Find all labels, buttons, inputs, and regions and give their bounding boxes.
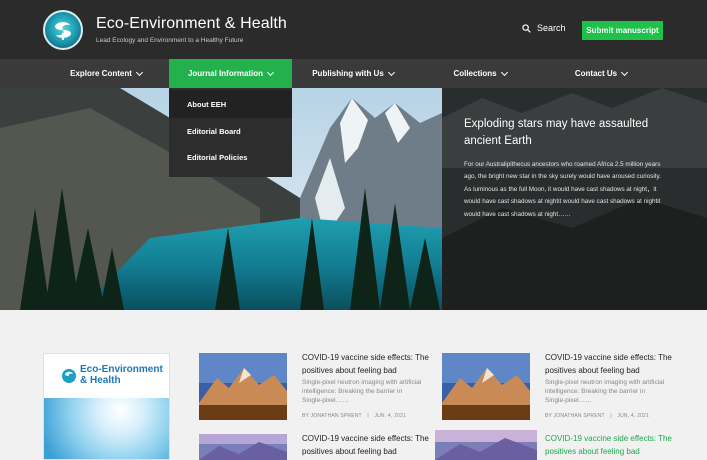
logo-mark-icon — [55, 22, 71, 40]
article-title-hover[interactable]: COVID-19 vaccine side effects: The posit… — [545, 433, 675, 458]
cover-title-line2: & Health — [80, 375, 121, 386]
dropdown-item-editorial-board[interactable]: Editorial Board — [169, 117, 292, 145]
journal-cover[interactable]: Eco-Environment & Health — [43, 353, 170, 460]
nav-label: Contact Us — [574, 69, 618, 78]
article-description: Single-pixel neutron imaging with artifi… — [302, 379, 422, 404]
article-title[interactable]: COVID-19 vaccine side effects: The posit… — [302, 433, 432, 458]
hero-title[interactable]: Exploding stars may have assaulted ancie… — [464, 116, 684, 150]
chevron-down-icon — [135, 68, 143, 76]
article-meta: BY JONATHAN SPRENT | JUN, 4, 2021 — [302, 413, 407, 419]
nav-publishing-with-us[interactable]: Publishing with Us — [303, 59, 403, 88]
site-tagline: Lead Ecology and Environment to a Health… — [96, 37, 244, 44]
chevron-down-icon — [267, 68, 275, 76]
article-thumbnail[interactable] — [442, 353, 530, 420]
article-thumbnail[interactable] — [199, 353, 287, 420]
cover-image — [44, 398, 169, 459]
article-thumbnail[interactable] — [435, 430, 537, 460]
search-icon — [522, 23, 531, 33]
nav-label: Journal Information — [187, 69, 264, 78]
submit-manuscript-button[interactable]: Submit manuscript — [582, 21, 663, 40]
dropdown-item-editorial-policies[interactable]: Editorial Policies — [169, 143, 292, 171]
article-author: BY JONATHAN SPRENT — [545, 413, 605, 419]
nav-label: Publishing with Us — [312, 69, 384, 78]
article-description: Single-pixel neutron imaging with artifi… — [545, 379, 665, 404]
dropdown-item-about-eeh[interactable]: About EEH — [169, 90, 292, 118]
chevron-down-icon — [387, 68, 395, 76]
nav-label: Collections — [453, 69, 497, 78]
nav-label: Explore Content — [70, 69, 132, 78]
cover-title-line1: Eco-Environment — [80, 364, 163, 375]
article-thumbnail[interactable] — [199, 434, 287, 460]
article-title[interactable]: COVID-19 vaccine side effects: The posit… — [302, 352, 432, 377]
nav-journal-information[interactable]: Journal Information — [169, 59, 292, 88]
article-meta: BY JONATHAN SPRENT | JUN, 4, 2021 — [545, 413, 650, 419]
chevron-down-icon — [621, 68, 629, 76]
nav-explore-content[interactable]: Explore Content — [56, 59, 156, 88]
journal-logo[interactable] — [43, 10, 83, 50]
chevron-down-icon — [500, 68, 508, 76]
search-label: Search — [537, 23, 566, 33]
main-nav: Explore Content Journal Information Publ… — [0, 59, 707, 88]
cover-header: Eco-Environment & Health — [44, 354, 169, 398]
search-button[interactable]: Search — [522, 23, 566, 33]
article-date: JUN, 4, 2021 — [617, 413, 650, 419]
cover-logo-icon — [62, 369, 76, 383]
article-title[interactable]: COVID-19 vaccine side effects: The posit… — [545, 352, 675, 377]
article-author: BY JONATHAN SPRENT — [302, 413, 362, 419]
nav-contact-us[interactable]: Contact Us — [566, 59, 636, 88]
hero-text: For our Australipithecus ancestors who r… — [464, 161, 661, 218]
site-title[interactable]: Eco-Environment & Health — [96, 15, 287, 33]
article-date: JUN, 4, 2021 — [374, 413, 407, 419]
journal-information-dropdown: About EEH Editorial Board Editorial Poli… — [169, 88, 292, 177]
nav-collections[interactable]: Collections — [440, 59, 520, 88]
site-header: Eco-Environment & Health Lead Ecology an… — [0, 0, 707, 59]
